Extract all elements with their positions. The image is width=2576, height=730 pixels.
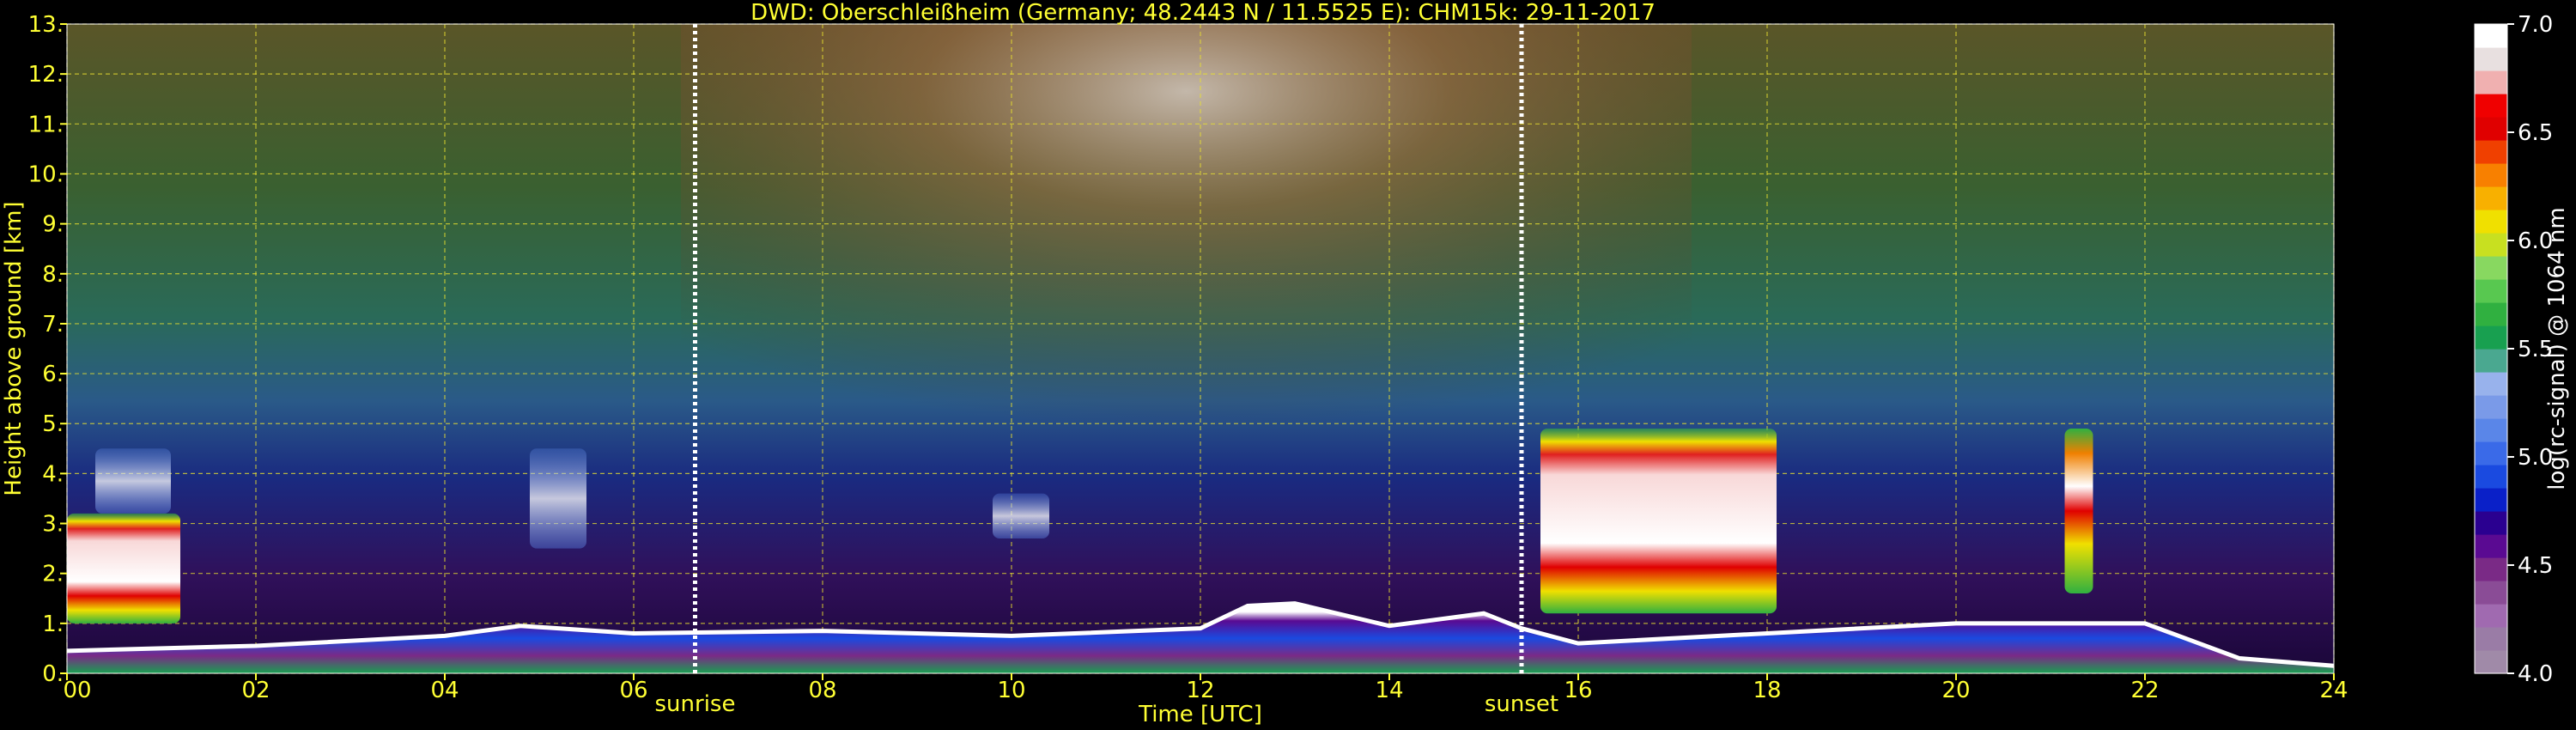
colorbar-segment bbox=[2475, 140, 2507, 164]
y-tick-label: 9. bbox=[42, 212, 64, 238]
y-tick-label: 1. bbox=[42, 611, 64, 637]
colorbar-segment bbox=[2475, 186, 2507, 210]
chart-title: DWD: Oberschleißheim (Germany; 48.2443 N… bbox=[750, 0, 1656, 26]
y-tick-label: 5. bbox=[42, 411, 64, 437]
y-tick-label: 8. bbox=[42, 262, 64, 288]
x-tick-label: 22 bbox=[2130, 678, 2159, 703]
colorbar-segment bbox=[2475, 325, 2507, 350]
cloud-layer bbox=[67, 513, 180, 624]
y-tick-label: 10. bbox=[28, 161, 64, 187]
colorbar-segment bbox=[2475, 418, 2507, 442]
x-tick-label: 20 bbox=[1941, 678, 1970, 703]
y-tick-label: 6. bbox=[42, 362, 64, 387]
colorbar-segment bbox=[2475, 70, 2507, 94]
colorbar-segment bbox=[2475, 256, 2507, 280]
colorbar-segment bbox=[2475, 24, 2507, 48]
x-tick-label: 14 bbox=[1375, 678, 1403, 703]
colorbar-segment bbox=[2475, 233, 2507, 257]
colorbar-segment bbox=[2475, 210, 2507, 234]
colorbar-segment bbox=[2475, 557, 2507, 581]
y-tick-label: 11. bbox=[28, 112, 64, 137]
colorbar-segment bbox=[2475, 650, 2507, 674]
x-tick-label: 00 bbox=[63, 678, 91, 703]
cloud-layer bbox=[1540, 429, 1777, 614]
daytime-noise-region bbox=[681, 24, 1692, 474]
colorbar-segment bbox=[2475, 372, 2507, 396]
colorbar-segment bbox=[2475, 279, 2507, 303]
colorbar-tick-label: 4.0 bbox=[2518, 661, 2553, 687]
y-axis-ticks: 0. 1. 2. 3. 4. 5. 6. 7. 8. 9. 10. 11. 12. 13. bbox=[28, 12, 67, 687]
x-tick-label: 10 bbox=[997, 678, 1025, 703]
x-axis-label: Time [UTC] bbox=[1138, 702, 1262, 727]
colorbar-segment bbox=[2475, 581, 2507, 605]
x-tick-label: 18 bbox=[1753, 678, 1781, 703]
colorbar-segment bbox=[2475, 395, 2507, 419]
colorbar-segment bbox=[2475, 465, 2507, 489]
colorbar-segment bbox=[2475, 302, 2507, 326]
cloud-layer bbox=[993, 493, 1049, 538]
y-tick-label: 4. bbox=[42, 461, 64, 487]
colorbar-segment bbox=[2475, 117, 2507, 141]
x-tick-label: 06 bbox=[619, 678, 647, 703]
x-tick-label: 02 bbox=[241, 678, 270, 703]
cloud-layer bbox=[2064, 429, 2093, 593]
y-tick-label: 0. bbox=[42, 661, 64, 687]
x-axis-ticks: 00 02 04 06 08 10 12 14 16 18 20 22 24 bbox=[63, 673, 2348, 703]
x-tick-label: 24 bbox=[2319, 678, 2348, 703]
y-tick-label: 13. bbox=[28, 12, 64, 38]
colorbar-segment bbox=[2475, 441, 2507, 465]
colorbar-segment bbox=[2475, 534, 2507, 558]
colorbar-segment bbox=[2475, 47, 2507, 71]
colorbar-tick-label: 7.0 bbox=[2518, 12, 2553, 38]
ceilometer-figure: 00 02 04 06 08 10 12 14 16 18 20 22 24 0. 1. 2. 3. 4. 5. 6… bbox=[1, 0, 2570, 727]
x-tick-label: 16 bbox=[1564, 678, 1592, 703]
colorbar-label: log(rc-signal) @ 1064 nm bbox=[2544, 207, 2570, 490]
colorbar bbox=[2474, 23, 2508, 674]
cloud-layer bbox=[95, 448, 171, 514]
colorbar-segment bbox=[2475, 163, 2507, 187]
sun-marker-label: sunset bbox=[1485, 691, 1558, 717]
colorbar-segment bbox=[2475, 488, 2507, 512]
colorbar-segment bbox=[2475, 627, 2507, 651]
y-axis-label: Height above ground [km] bbox=[1, 201, 27, 496]
y-tick-label: 12. bbox=[28, 62, 64, 88]
sun-marker-label: sunrise bbox=[655, 691, 736, 717]
colorbar-segment bbox=[2475, 349, 2507, 373]
x-tick-label: 08 bbox=[808, 678, 836, 703]
x-tick-label: 12 bbox=[1186, 678, 1214, 703]
y-tick-label: 3. bbox=[42, 512, 64, 538]
y-tick-label: 7. bbox=[42, 312, 64, 338]
colorbar-segment bbox=[2475, 94, 2507, 118]
y-tick-label: 2. bbox=[42, 562, 64, 587]
colorbar-tick-label: 4.5 bbox=[2518, 553, 2553, 579]
colorbar-segment bbox=[2475, 604, 2507, 628]
colorbar-tick-label: 6.5 bbox=[2518, 120, 2553, 146]
plot-area bbox=[66, 23, 2335, 674]
colorbar-segment bbox=[2475, 511, 2507, 535]
x-tick-label: 04 bbox=[430, 678, 459, 703]
sun-marker-labels: sunrise sunset bbox=[655, 691, 1559, 717]
cloud-layer bbox=[530, 448, 586, 549]
